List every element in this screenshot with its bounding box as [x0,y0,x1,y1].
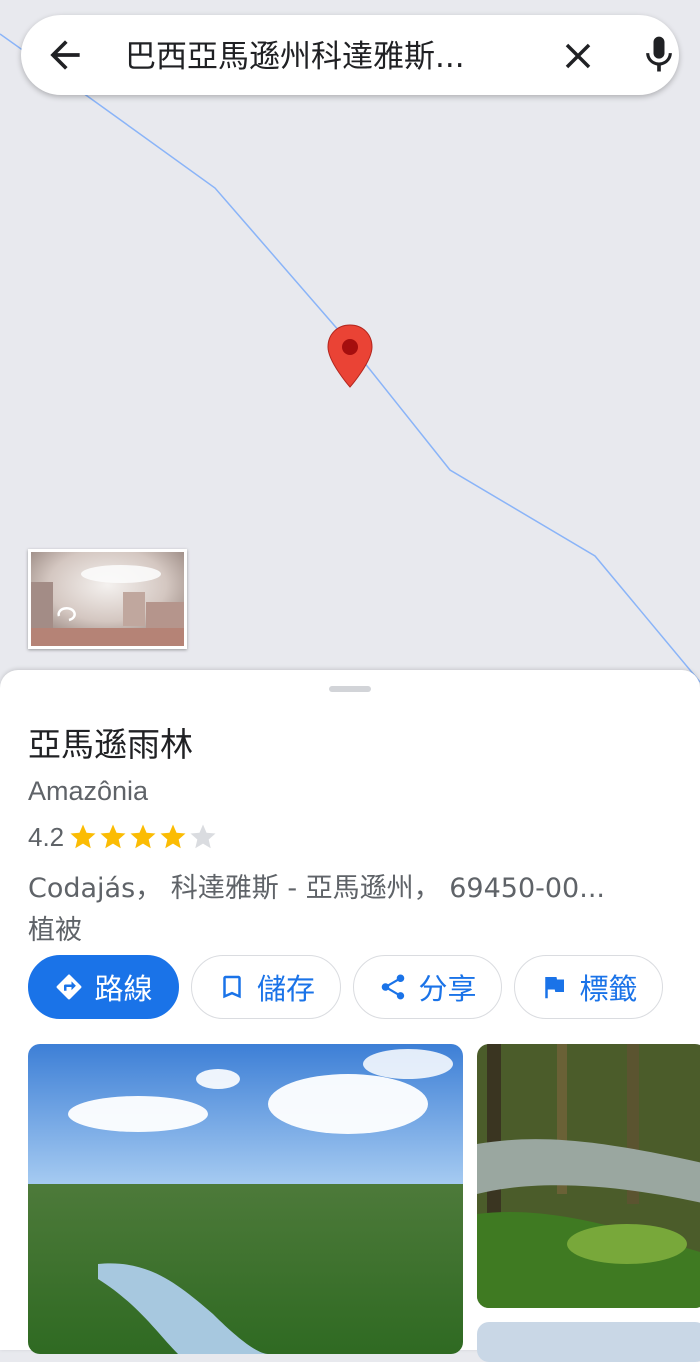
search-bar[interactable]: 巴西亞馬遜州科達雅斯... [21,15,679,95]
rainforest-river-photo [28,1044,463,1354]
drag-handle[interactable] [329,686,371,692]
place-alt-name: Amazônia [28,776,149,806]
flag-icon [545,977,565,999]
place-category: 植被 [28,915,82,946]
share-label: 分享 [418,972,477,1006]
directions-icon [56,974,82,1000]
label-button[interactable]: 標籤 [514,955,663,1019]
street-view-thumbnail[interactable] [28,549,187,649]
place-sheet[interactable]: 亞馬遜雨林 Amazônia 4.2 Codajás， 科達雅斯 - 亞馬遜州，… [0,670,700,1362]
street-view-photo [31,552,184,646]
rating-row[interactable]: 4.2 [28,820,218,854]
star-empty-icon [190,824,216,849]
close-icon[interactable] [557,35,599,77]
forest-stream-photo [477,1044,700,1308]
save-label: 儲存 [256,972,315,1006]
star-filled-icon [160,824,186,849]
place-photo-main[interactable] [28,1044,463,1354]
share-button[interactable]: 分享 [353,955,502,1019]
search-query[interactable]: 巴西亞馬遜州科達雅斯... [125,37,535,77]
star-filled-icon [70,824,96,849]
bookmark-icon [223,975,241,999]
star-filled-icon [130,824,156,849]
label-label: 標籤 [579,972,638,1006]
microphone-icon[interactable] [637,33,681,77]
place-photo-side-secondary[interactable] [477,1322,700,1362]
place-address: Codajás， 科達雅斯 - 亞馬遜州， 69450-00... [28,873,605,904]
directions-button[interactable]: 路線 [28,955,179,1019]
save-button[interactable]: 儲存 [191,955,341,1019]
arrow-left-icon[interactable] [43,33,87,77]
map-pin-icon[interactable] [327,324,373,388]
directions-label: 路線 [94,972,153,1006]
place-name: 亞馬遜雨林 [28,725,193,764]
rating-value: 4.2 [28,821,65,852]
share-icon [382,974,405,1000]
place-photo-side[interactable] [477,1044,700,1308]
star-filled-icon [100,824,126,849]
